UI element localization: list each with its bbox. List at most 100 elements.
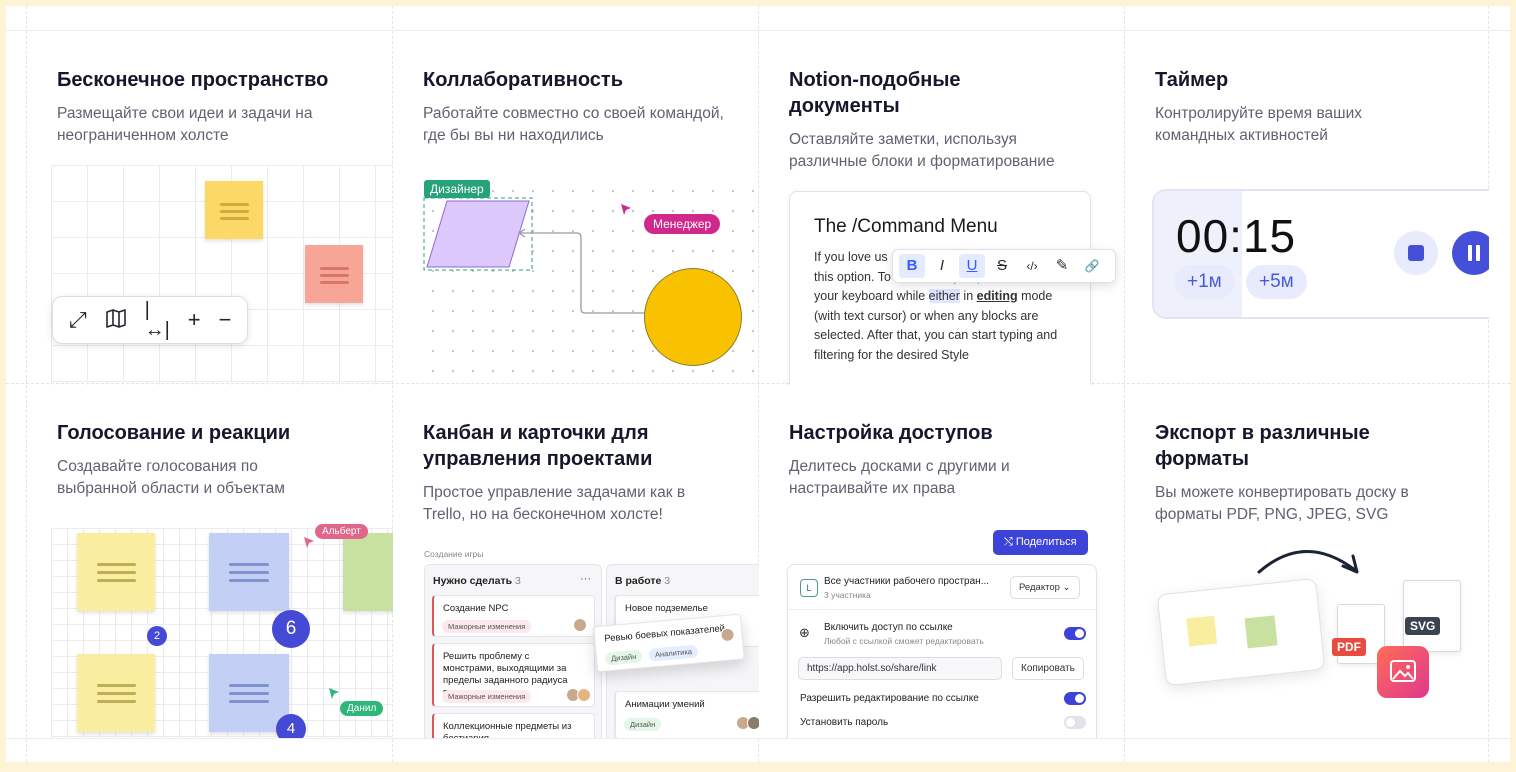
share-button[interactable]: ⤭ Поделиться [993, 530, 1088, 555]
collaborator-tag-designer: Дизайнер [424, 180, 490, 198]
allow-edit-toggle[interactable] [1064, 692, 1086, 705]
tag-design: Дизайн [624, 718, 662, 731]
map-icon[interactable] [105, 307, 127, 333]
sticky-note-blue[interactable] [209, 533, 289, 611]
kanban-card[interactable]: Коллекционные предметы из бестиария [432, 713, 595, 738]
share-icon: ⤭ [1004, 536, 1016, 548]
image-file-icon [1377, 646, 1429, 698]
kanban-card[interactable]: Создание NPC Мажорные изменения [432, 595, 595, 637]
pause-icon [1476, 245, 1480, 261]
card-description: Создавайте голосования по выбранной обла… [57, 458, 285, 497]
sticky-note-yellow[interactable] [205, 181, 263, 239]
share-link-input[interactable]: https://app.holst.so/share/link [798, 657, 1002, 680]
allow-edit-label: Разрешить редактирование по ссылке [800, 693, 979, 704]
bold-button[interactable]: B [899, 254, 925, 278]
user-tag-albert: Альберт [315, 524, 368, 539]
document-card[interactable]: The /Command Menu If you love us this op… [789, 191, 1091, 385]
tag-major: Мажорные изменения [442, 690, 532, 703]
canvas-toolbar: ⤢ |↔| + − [52, 296, 248, 344]
cursor-icon [329, 688, 339, 699]
sticky-note-blue[interactable] [209, 654, 289, 732]
sticky-note-green[interactable] [343, 533, 393, 611]
features-grid: Бесконечное пространство Размещайте свои… [6, 6, 1510, 762]
tag-design: Дизайн [604, 649, 643, 666]
role-select[interactable]: Редактор ⌄ [1010, 576, 1080, 599]
avatar [747, 716, 759, 730]
board-name: Создание игры [424, 549, 484, 559]
column-title: В работе [615, 575, 662, 587]
copy-link-button[interactable]: Копировать [1012, 657, 1084, 680]
feature-card-infinite-space: Бесконечное пространство Размещайте свои… [27, 31, 393, 385]
set-password-toggle[interactable] [1064, 716, 1086, 729]
svg-label: SVG [1405, 617, 1441, 635]
card-title: Notion-подобные документы [789, 69, 961, 117]
kanban-card-title: Коллекционные предметы из бестиария [443, 721, 572, 738]
card-title: Экспорт в различные форматы [1155, 422, 1370, 470]
sticky-note-green [1244, 615, 1278, 649]
fit-width-icon[interactable]: |↔| [145, 300, 170, 340]
cursor-icon [621, 204, 631, 215]
timer-display: 00:15 [1176, 210, 1297, 262]
set-password-label: Установить пароль [800, 717, 889, 728]
link-access-toggle[interactable] [1064, 627, 1086, 640]
stop-button[interactable] [1394, 231, 1438, 275]
kanban-card[interactable]: Решить проблему с монстрами, выходящими … [432, 643, 595, 707]
zoom-in-icon[interactable]: + [188, 309, 201, 331]
doc-line: selected. After that, you can start typi… [814, 328, 1058, 342]
code-icon[interactable]: ‹/› [1019, 254, 1045, 278]
column-title: Нужно сделать [433, 575, 513, 587]
strikethrough-button[interactable]: S [989, 254, 1015, 278]
card-description: Простое управление задачами как в Trello… [423, 484, 686, 523]
tag-major: Мажорные изменения [442, 620, 532, 633]
column-menu-icon[interactable]: ··· [580, 573, 591, 585]
vote-count-badge: 6 [272, 610, 310, 648]
kanban-card-title: Новое подземелье [625, 603, 708, 614]
card-title: Канбан и карточки для управления проекта… [423, 422, 653, 470]
column-count: 3 [515, 575, 521, 587]
card-description: Работайте совместно со своей командой, г… [423, 105, 724, 144]
card-title: Настройка доступов [789, 422, 993, 444]
pause-icon [1468, 245, 1472, 261]
column-count: 3 [664, 575, 671, 587]
link-access-label: Включить доступ по ссылке [824, 622, 953, 633]
circle-shape[interactable] [644, 268, 742, 366]
highlight-pen-icon[interactable]: ✎ [1049, 254, 1075, 278]
underline-button[interactable]: U [959, 254, 985, 278]
add-1-minute-button[interactable]: +1м [1174, 265, 1235, 299]
doc-line: filtering for the desired Style [814, 347, 969, 362]
access-settings-panel: L Все участники рабочего простран... 3 у… [787, 564, 1097, 738]
add-5-minutes-button[interactable]: +5м [1246, 265, 1307, 299]
kanban-column-todo: Нужно сделать 3 ··· Создание NPC Мажорны… [424, 564, 602, 738]
vote-count-badge: 4 [276, 714, 306, 738]
workspace-name: Все участники рабочего простран... [824, 576, 990, 587]
italic-button[interactable]: I [929, 254, 955, 278]
share-button-label: Поделиться [1015, 536, 1077, 548]
avatar [719, 627, 736, 643]
sticky-note-yellow [1186, 615, 1218, 647]
zoom-out-icon[interactable]: − [219, 309, 232, 331]
feature-card-collaboration: Коллаборативность Работайте совместно со… [393, 31, 759, 385]
sticky-note-red[interactable] [305, 245, 363, 303]
kanban-card[interactable]: Анимации умений Дизайн [614, 691, 759, 738]
card-title: Бесконечное пространство [57, 69, 329, 91]
members-count: 3 участника [824, 590, 871, 600]
feature-card-timer: Таймер Контролируйте время ваших командн… [1125, 31, 1489, 385]
chevron-down-icon: ⌄ [1062, 582, 1071, 593]
link-access-hint: Любой с ссылкой сможет редактировать [824, 636, 984, 646]
card-title: Таймер [1155, 69, 1229, 91]
kanban-card-title: Создание NPC [443, 603, 509, 614]
pause-button[interactable] [1452, 231, 1489, 275]
workspace-icon: L [800, 579, 818, 597]
feature-card-export: Экспорт в различные форматы Вы можете ко… [1125, 384, 1489, 738]
sticky-note-yellow[interactable] [77, 533, 155, 611]
avatar [573, 618, 587, 632]
link-icon[interactable]: 🔗 [1079, 254, 1105, 278]
sticky-note-yellow[interactable] [77, 654, 155, 732]
grid-line [6, 738, 1510, 739]
pdf-label: PDF [1332, 638, 1366, 656]
fullscreen-icon[interactable]: ⤢ [69, 309, 87, 331]
format-toolbar: B I U S ‹/› ✎ 🔗 [892, 249, 1116, 283]
kanban-card-title: Анимации умений [625, 699, 705, 710]
doc-line: (with text cursor) or when any blocks ar… [814, 308, 1039, 323]
feature-card-documents: Notion-подобные документы Оставляйте зам… [759, 31, 1125, 385]
